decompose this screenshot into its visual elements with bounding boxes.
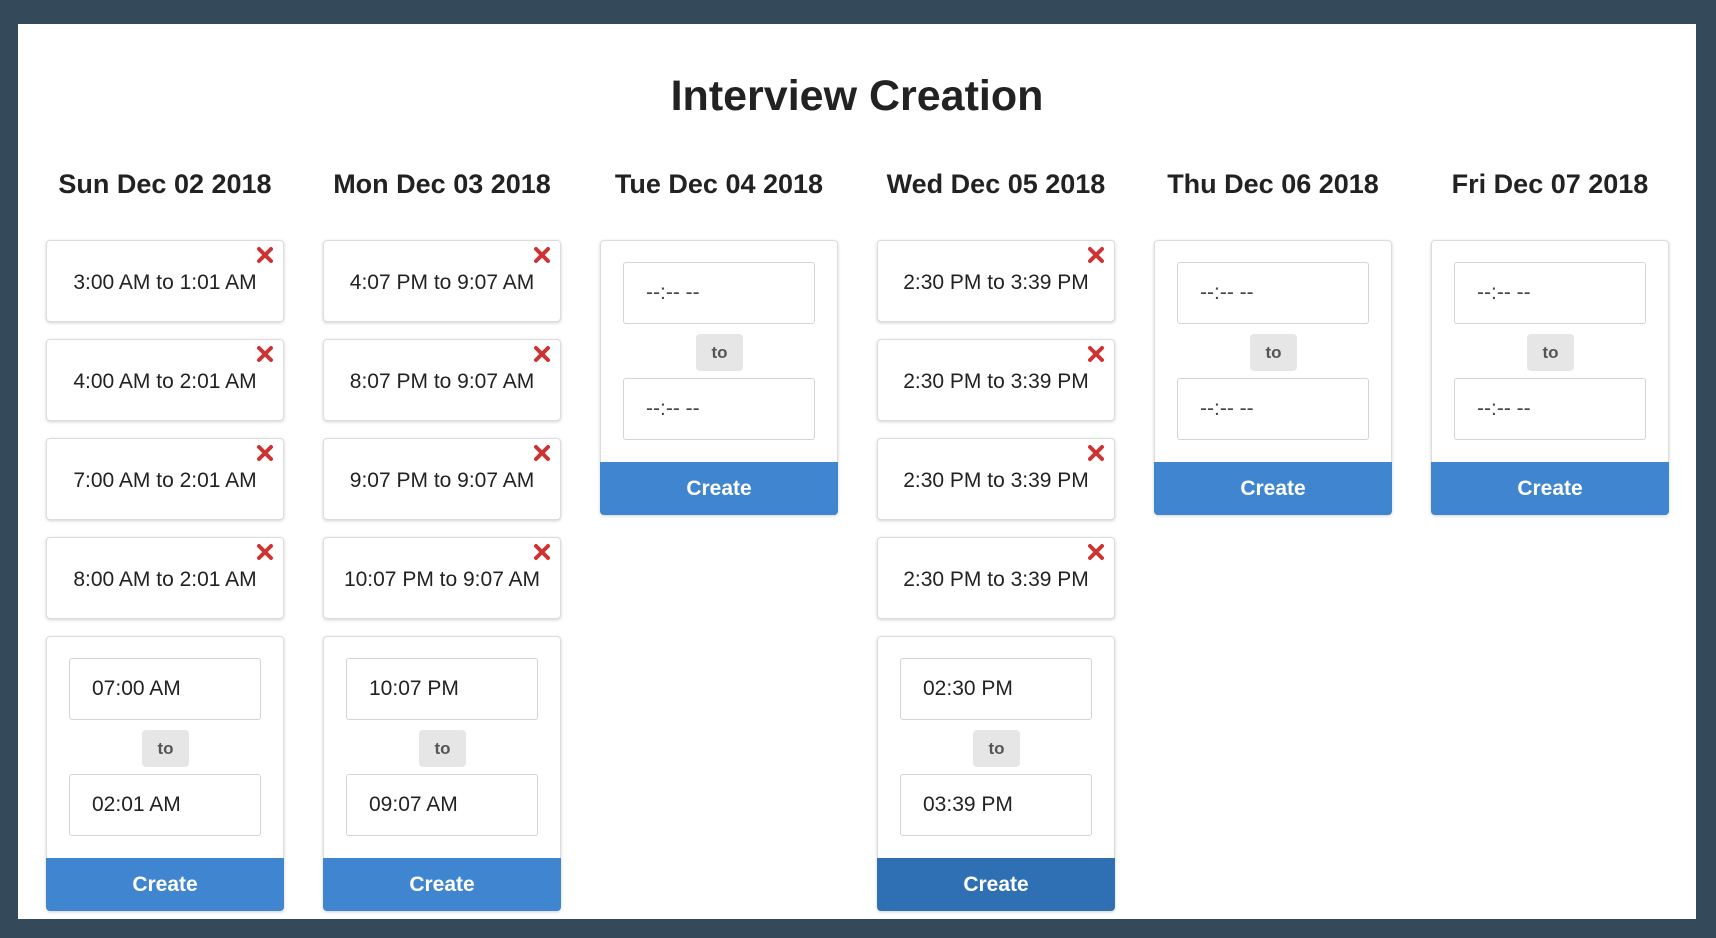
end-time-input[interactable]	[69, 774, 261, 836]
delete-slot-icon[interactable]	[255, 542, 275, 562]
create-button[interactable]: Create	[323, 858, 561, 911]
create-button[interactable]: Create	[877, 858, 1115, 911]
time-slot-label: 8:07 PM to 9:07 AM	[349, 370, 535, 393]
time-slot-card: 7:00 AM to 2:01 AM	[46, 438, 284, 520]
time-slot-label: 9:07 PM to 9:07 AM	[349, 469, 535, 492]
to-separator-label: to	[1527, 334, 1574, 371]
delete-slot-icon[interactable]	[1086, 245, 1106, 265]
day-column: Thu Dec 06 2018 to Create	[1154, 164, 1392, 515]
create-slot-form: to Create	[323, 636, 561, 911]
time-slot-card: 3:00 AM to 1:01 AM	[46, 240, 284, 322]
start-time-input[interactable]	[900, 658, 1092, 720]
create-slot-form: to Create	[1154, 240, 1392, 515]
slot-list: to Create	[1154, 240, 1392, 515]
day-header: Fri Dec 07 2018	[1451, 169, 1649, 199]
time-slot-card: 4:00 AM to 2:01 AM	[46, 339, 284, 421]
time-slot-card: 8:00 AM to 2:01 AM	[46, 537, 284, 619]
day-header: Thu Dec 06 2018	[1167, 169, 1379, 199]
end-time-input[interactable]	[346, 774, 538, 836]
time-slot-label: 2:30 PM to 3:39 PM	[903, 370, 1089, 393]
day-header: Tue Dec 04 2018	[614, 169, 824, 199]
create-slot-form: to Create	[46, 636, 284, 911]
create-button[interactable]: Create	[1431, 462, 1669, 515]
day-column: Mon Dec 03 2018 4:07 PM to 9:07 AM 8:07 PM…	[323, 164, 561, 911]
delete-slot-icon[interactable]	[1086, 542, 1106, 562]
interview-creation-panel: Interview Creation Sun Dec 02 2018 3:00 A…	[18, 24, 1696, 919]
start-time-input[interactable]	[346, 658, 538, 720]
delete-slot-icon[interactable]	[1086, 443, 1106, 463]
create-slot-form: to Create	[1431, 240, 1669, 515]
to-separator-label: to	[696, 334, 743, 371]
time-slot-label: 10:07 PM to 9:07 AM	[343, 568, 541, 591]
delete-slot-icon[interactable]	[532, 542, 552, 562]
day-header: Sun Dec 02 2018	[58, 169, 272, 199]
end-time-input[interactable]	[1454, 378, 1646, 440]
time-slot-label: 7:00 AM to 2:01 AM	[73, 469, 257, 492]
to-separator-label: to	[142, 730, 189, 767]
day-columns: Sun Dec 02 2018 3:00 AM to 1:01 AM 4:00 AM…	[46, 164, 1686, 924]
slot-list: 3:00 AM to 1:01 AM 4:00 AM to 2:01 AM 7:00…	[46, 240, 284, 911]
create-slot-form: to Create	[877, 636, 1115, 911]
day-column: Tue Dec 04 2018 to Create	[600, 164, 838, 515]
time-slot-label: 4:00 AM to 2:01 AM	[73, 370, 257, 393]
page-title: Interview Creation	[670, 72, 1044, 120]
create-button[interactable]: Create	[46, 858, 284, 911]
time-slot-card: 4:07 PM to 9:07 AM	[323, 240, 561, 322]
end-time-input[interactable]	[1177, 378, 1369, 440]
create-button[interactable]: Create	[1154, 462, 1392, 515]
start-time-input[interactable]	[623, 262, 815, 324]
create-button[interactable]: Create	[600, 462, 838, 515]
time-slot-label: 3:00 AM to 1:01 AM	[73, 271, 257, 294]
time-slot-card: 8:07 PM to 9:07 AM	[323, 339, 561, 421]
create-slot-form: to Create	[600, 240, 838, 515]
time-slot-card: 2:30 PM to 3:39 PM	[877, 240, 1115, 322]
slot-list: to Create	[1431, 240, 1669, 515]
day-header: Mon Dec 03 2018	[333, 169, 551, 199]
to-separator-label: to	[419, 730, 466, 767]
start-time-input[interactable]	[69, 658, 261, 720]
slot-list: to Create	[600, 240, 838, 515]
start-time-input[interactable]	[1454, 262, 1646, 324]
delete-slot-icon[interactable]	[255, 245, 275, 265]
time-slot-card: 2:30 PM to 3:39 PM	[877, 339, 1115, 421]
start-time-input[interactable]	[1177, 262, 1369, 324]
time-slot-label: 4:07 PM to 9:07 AM	[349, 271, 535, 294]
day-column: Wed Dec 05 2018 2:30 PM to 3:39 PM 2:30 PM…	[877, 164, 1115, 911]
delete-slot-icon[interactable]	[255, 443, 275, 463]
time-slot-label: 2:30 PM to 3:39 PM	[903, 568, 1089, 591]
delete-slot-icon[interactable]	[532, 245, 552, 265]
slot-list: 4:07 PM to 9:07 AM 8:07 PM to 9:07 AM 9:07…	[323, 240, 561, 911]
delete-slot-icon[interactable]	[532, 443, 552, 463]
time-slot-label: 2:30 PM to 3:39 PM	[903, 271, 1089, 294]
time-slot-label: 8:00 AM to 2:01 AM	[73, 568, 257, 591]
time-slot-card: 9:07 PM to 9:07 AM	[323, 438, 561, 520]
day-column: Sun Dec 02 2018 3:00 AM to 1:01 AM 4:00 AM…	[46, 164, 284, 911]
time-slot-card: 2:30 PM to 3:39 PM	[877, 438, 1115, 520]
time-slot-card: 2:30 PM to 3:39 PM	[877, 537, 1115, 619]
to-separator-label: to	[1250, 334, 1297, 371]
end-time-input[interactable]	[623, 378, 815, 440]
slot-list: 2:30 PM to 3:39 PM 2:30 PM to 3:39 PM 2:30…	[877, 240, 1115, 911]
to-separator-label: to	[973, 730, 1020, 767]
delete-slot-icon[interactable]	[1086, 344, 1106, 364]
time-slot-card: 10:07 PM to 9:07 AM	[323, 537, 561, 619]
day-column: Fri Dec 07 2018 to Create	[1431, 164, 1669, 515]
end-time-input[interactable]	[900, 774, 1092, 836]
time-slot-label: 2:30 PM to 3:39 PM	[903, 469, 1089, 492]
day-header: Wed Dec 05 2018	[886, 169, 1106, 199]
delete-slot-icon[interactable]	[532, 344, 552, 364]
delete-slot-icon[interactable]	[255, 344, 275, 364]
